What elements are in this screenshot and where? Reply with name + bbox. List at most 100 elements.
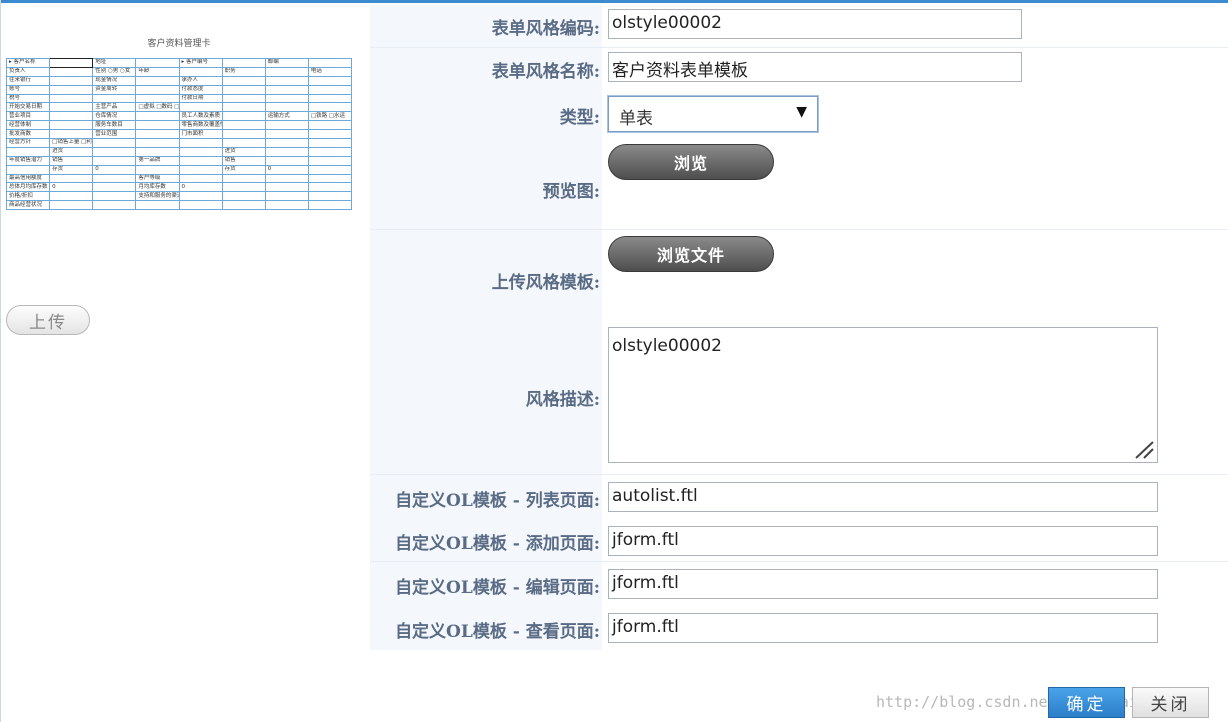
edit-template-input[interactable]: jform.ftl xyxy=(608,569,1158,599)
preview-cell xyxy=(307,102,352,113)
preview-cell xyxy=(307,58,352,68)
left-border xyxy=(0,0,1,722)
ok-button[interactable]: 确定 xyxy=(1048,687,1125,718)
preview-cell: 账号 xyxy=(6,84,51,95)
close-button[interactable]: 关闭 xyxy=(1132,687,1209,718)
preview-cell xyxy=(264,120,309,131)
preview-cell: 批发商数 xyxy=(6,129,51,140)
type-select[interactable]: 单表 ▼ xyxy=(608,96,818,132)
row-name: 表单风格名称: 客户资料表单模板 xyxy=(370,48,1228,91)
list-template-input[interactable]: autolist.ftl xyxy=(608,482,1158,512)
name-label: 表单风格名称: xyxy=(491,62,600,82)
preview-cell: 门市面积 xyxy=(178,129,223,140)
upload-template-label: 上传风格模板: xyxy=(491,273,600,293)
view-template-label: 自定义OL模板 - 查看页面: xyxy=(395,622,600,642)
upload-button[interactable]: 上传 xyxy=(6,305,90,335)
browse-file-button[interactable]: 浏览文件 xyxy=(608,236,774,272)
preview-cell xyxy=(49,200,94,211)
preview-cell xyxy=(178,138,223,148)
preview-cell xyxy=(92,155,137,166)
preview-cell xyxy=(221,120,266,131)
preview-cell: 税号 xyxy=(6,93,51,104)
list-template-label: 自定义OL模板 - 列表页面: xyxy=(395,491,600,511)
preview-cell: 经营体制 xyxy=(6,120,51,131)
preview-cell xyxy=(6,146,51,157)
preview-cell xyxy=(264,191,309,202)
preview-cell: 承办人 xyxy=(178,75,223,86)
preview-cell xyxy=(307,173,352,184)
preview-cell xyxy=(307,93,352,104)
preview-cell xyxy=(307,155,352,166)
preview-cell xyxy=(221,129,266,140)
preview-row: 进货 进货 xyxy=(6,146,352,157)
preview-cell: 营业项目 xyxy=(6,111,51,122)
preview-row: 总体月均库存数 0 月均库存数 0 xyxy=(6,182,352,193)
preview-cell xyxy=(135,111,180,122)
dropdown-arrow-icon: ▼ xyxy=(796,104,807,120)
description-textarea[interactable]: olstyle00002 xyxy=(608,327,1158,463)
preview-cell xyxy=(92,191,137,202)
row-code: 表单风格编码: olstyle00002 xyxy=(370,5,1228,47)
preview-cell: 电话 xyxy=(307,66,352,77)
preview-cell xyxy=(264,200,309,211)
preview-cell xyxy=(49,84,94,95)
add-template-input[interactable]: jform.ftl xyxy=(608,526,1158,556)
preview-cell: 地址 xyxy=(92,58,137,68)
preview-cell xyxy=(307,164,352,175)
preview-row: 商品经营状况 xyxy=(6,200,352,211)
preview-cell: 0 xyxy=(49,182,94,193)
preview-cell: 负责人 xyxy=(6,66,51,77)
resize-grip-icon[interactable] xyxy=(1134,441,1154,459)
preview-label: 预览图: xyxy=(542,182,600,202)
browse-button[interactable]: 浏览 xyxy=(608,144,774,180)
preview-title: 客户资料管理卡 xyxy=(147,39,211,49)
name-input[interactable]: 客户资料表单模板 xyxy=(608,52,1022,82)
preview-cell: 月均库存数 xyxy=(135,182,180,193)
preview-cell xyxy=(307,84,352,95)
preview-cell: 资金周转 xyxy=(92,84,137,95)
preview-cell xyxy=(49,93,94,104)
preview-cell xyxy=(178,200,223,211)
preview-cell: 最高信用额度 xyxy=(6,173,51,184)
preview-cell xyxy=(307,200,352,211)
preview-cell xyxy=(264,66,309,77)
preview-cell xyxy=(221,111,266,122)
preview-row: 经营方针□销售上量 □利润为准 □量利兼顾 □积极 □保守 □平常 □投机 □衰… xyxy=(6,138,352,148)
preview-cell xyxy=(264,129,309,140)
preview-cell xyxy=(135,138,180,148)
preview-row: 最高信用额度 客户等级 xyxy=(6,173,352,184)
preview-cell: 运输方式 xyxy=(264,111,309,122)
preview-cell: 0 xyxy=(92,164,137,175)
preview-row: 营业项目 仓库情况 员工人数及素质 运输方式 □铁路 □水运 xyxy=(6,111,352,122)
preview-cell xyxy=(135,146,180,157)
preview-cell xyxy=(49,191,94,202)
code-input[interactable]: olstyle00002 xyxy=(608,9,1022,39)
preview-cell: 营业范围 xyxy=(92,129,137,140)
preview-cell: 0 xyxy=(178,182,223,193)
preview-cell: 付款态度 xyxy=(178,84,223,95)
top-accent-line xyxy=(0,0,1228,3)
preview-row: 税号 付款日期 xyxy=(6,93,352,104)
preview-cell: 销售 xyxy=(49,155,94,166)
preview-table: ▸ 客户名称 地址 ▸ 客户编号 邮编 负责人 性别 ○男 ○女 年龄 职务 电话 往来银行 现金情… xyxy=(6,58,352,211)
preview-cell xyxy=(264,75,309,86)
preview-cell xyxy=(264,93,309,104)
preview-cell xyxy=(307,120,352,131)
view-template-input[interactable]: jform.ftl xyxy=(608,613,1158,643)
preview-row: 年度销售潜力 销售 第一品牌 销售 xyxy=(6,155,352,166)
preview-cell xyxy=(178,173,223,184)
preview-row: 批发商数 营业范围 门市面积 xyxy=(6,129,352,140)
preview-cell xyxy=(49,129,94,140)
preview-cell xyxy=(135,93,180,104)
preview-cell: 年度销售潜力 xyxy=(6,155,51,166)
preview-cell: 支持和服务的渠道 xyxy=(135,191,180,202)
preview-cell xyxy=(221,84,266,95)
preview-cell xyxy=(135,84,180,95)
preview-cell: 存货 xyxy=(49,164,94,175)
preview-cell: 客户等级 xyxy=(135,173,180,184)
preview-cell: 职务 xyxy=(221,66,266,77)
preview-cell: 现金情况 xyxy=(92,75,137,86)
preview-cell xyxy=(135,120,180,131)
preview-cell xyxy=(178,66,223,77)
preview-cell xyxy=(49,58,94,68)
